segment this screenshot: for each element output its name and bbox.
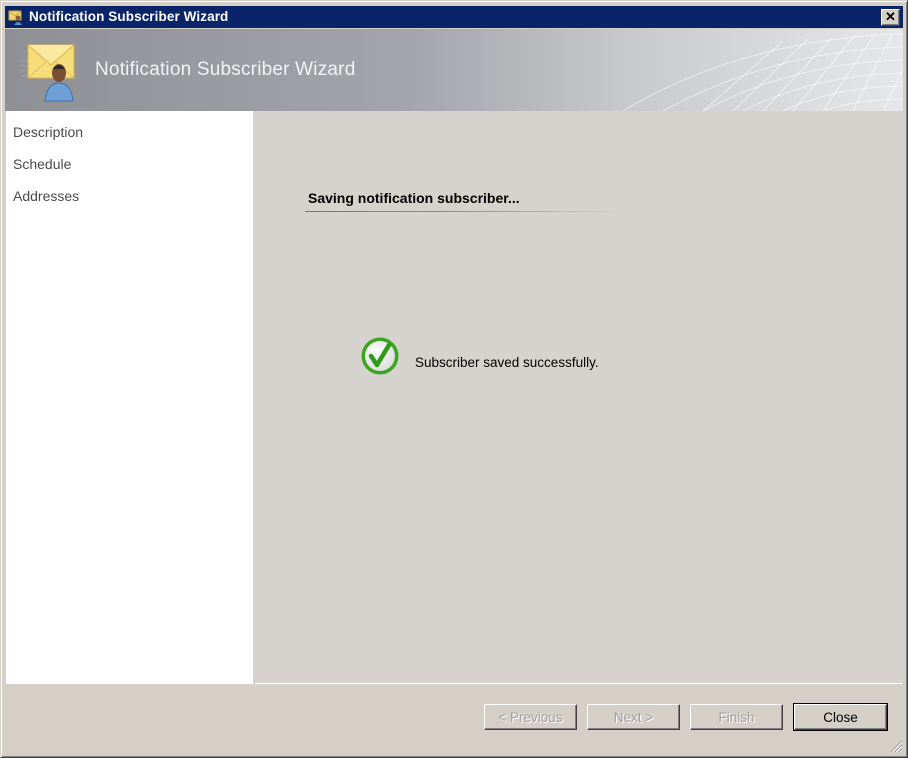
banner-grid-decoration bbox=[622, 32, 903, 111]
resize-grip-icon[interactable] bbox=[889, 739, 903, 753]
wizard-content: Saving notification subscriber... Subscr… bbox=[253, 111, 903, 683]
close-icon: ✕ bbox=[885, 9, 896, 24]
sidebar-item-addresses[interactable]: Addresses bbox=[13, 188, 79, 204]
window-title: Notification Subscriber Wizard bbox=[29, 9, 229, 24]
wizard-window: Notification Subscriber Wizard ✕ Notific… bbox=[0, 0, 908, 758]
heading-divider bbox=[305, 211, 617, 212]
finish-button[interactable]: Finish bbox=[690, 704, 783, 730]
footer-divider bbox=[255, 683, 902, 684]
close-button[interactable]: Close bbox=[793, 703, 888, 731]
wizard-banner: Notification Subscriber Wizard bbox=[5, 29, 903, 111]
status-message: Subscriber saved successfully. bbox=[415, 355, 599, 370]
title-bar[interactable]: Notification Subscriber Wizard ✕ bbox=[5, 6, 903, 28]
sidebar-item-description[interactable]: Description bbox=[13, 124, 83, 140]
banner-title: Notification Subscriber Wizard bbox=[95, 59, 356, 80]
page-heading: Saving notification subscriber... bbox=[308, 190, 520, 206]
envelope-user-icon bbox=[21, 44, 75, 102]
wizard-steps-sidebar: Description Schedule Addresses bbox=[6, 111, 253, 684]
sidebar-item-schedule[interactable]: Schedule bbox=[13, 156, 71, 172]
wizard-app-icon bbox=[8, 10, 22, 25]
next-button[interactable]: Next > bbox=[587, 704, 680, 730]
close-window-button[interactable]: ✕ bbox=[881, 9, 900, 26]
success-check-icon bbox=[361, 337, 399, 375]
previous-button[interactable]: < Previous bbox=[484, 704, 577, 730]
